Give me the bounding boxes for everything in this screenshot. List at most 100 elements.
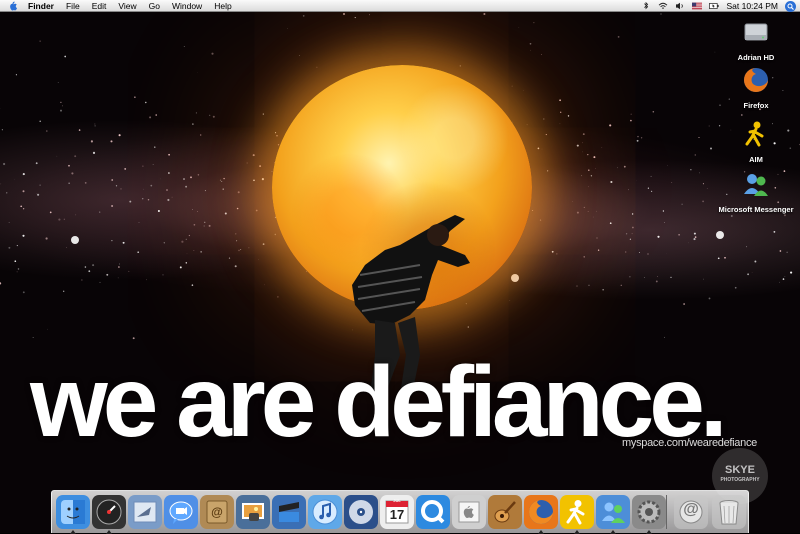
- star: [547, 170, 548, 171]
- star: [695, 236, 697, 238]
- dock-itunes-icon[interactable]: [308, 495, 342, 529]
- running-indicator: [646, 530, 652, 534]
- dock-iphoto-icon[interactable]: [236, 495, 270, 529]
- star: [85, 182, 87, 184]
- apple-icon[interactable]: [8, 1, 18, 11]
- bluetooth-icon[interactable]: [641, 2, 651, 10]
- dock-imovie-icon[interactable]: [272, 495, 306, 529]
- wifi-icon[interactable]: [658, 2, 668, 10]
- dock-firefox-icon[interactable]: [524, 495, 558, 529]
- dock-separator: [666, 495, 667, 529]
- dock-ichat-icon[interactable]: [164, 495, 198, 529]
- star: [60, 102, 61, 103]
- flag-icon[interactable]: [692, 2, 702, 10]
- menu-clock[interactable]: Sat 10:24 PM: [726, 1, 778, 11]
- star: [158, 210, 160, 212]
- menu-window[interactable]: Window: [172, 0, 202, 12]
- star: [369, 14, 370, 15]
- star: [237, 208, 239, 210]
- star: [741, 114, 743, 116]
- desktop-icon-aim[interactable]: AIM: [716, 120, 796, 164]
- star: [0, 282, 1, 284]
- star: [527, 124, 528, 125]
- volume-icon[interactable]: [675, 2, 685, 10]
- menu-edit[interactable]: Edit: [92, 0, 107, 12]
- menu-help[interactable]: Help: [214, 0, 231, 12]
- spotlight-icon[interactable]: [785, 1, 796, 12]
- menu-file[interactable]: File: [66, 0, 80, 12]
- menu-view[interactable]: View: [118, 0, 136, 12]
- star: [221, 181, 222, 182]
- menu-finder[interactable]: Finder: [28, 0, 54, 12]
- star: [247, 163, 248, 164]
- dock-garageband-icon[interactable]: [488, 495, 522, 529]
- star: [209, 225, 211, 227]
- star: [167, 199, 169, 201]
- star: [149, 116, 151, 118]
- star: [200, 134, 201, 135]
- star: [205, 190, 206, 191]
- star: [263, 114, 264, 115]
- star: [681, 204, 682, 205]
- star: [632, 233, 633, 234]
- star: [577, 145, 579, 147]
- dock-finder-icon[interactable]: [56, 495, 90, 529]
- dock-mail-icon[interactable]: [128, 495, 162, 529]
- dock-aim-icon[interactable]: [560, 495, 594, 529]
- star: [209, 115, 210, 116]
- dock-address-book-icon[interactable]: @: [200, 495, 234, 529]
- star: [626, 233, 627, 234]
- desktop-wallpaper: we are defiance. myspace.com/wearedefian…: [0, 0, 800, 533]
- battery-icon[interactable]: [709, 2, 719, 10]
- star: [754, 261, 756, 263]
- dock-messenger-icon[interactable]: [596, 495, 630, 529]
- star: [596, 211, 597, 212]
- star: [632, 227, 634, 229]
- desktop-icon-firefox[interactable]: Firefox: [716, 66, 796, 110]
- watermark-text: SKYE: [725, 464, 755, 476]
- dock-trash-icon[interactable]: [712, 495, 746, 529]
- running-indicator: [574, 530, 580, 534]
- star: [648, 188, 649, 189]
- star: [587, 154, 588, 155]
- dock-dvd-player-icon[interactable]: [344, 495, 378, 529]
- dock-system-preferences-icon[interactable]: [632, 495, 666, 529]
- dock-quicktime-icon[interactable]: [416, 495, 450, 529]
- star: [6, 192, 7, 193]
- star: [238, 191, 240, 193]
- dock-ical-icon[interactable]: JUL 17: [380, 495, 414, 529]
- star: [784, 214, 786, 216]
- dock-dashboard-icon[interactable]: [92, 495, 126, 529]
- desktop-icon-messenger[interactable]: Microsoft Messenger: [716, 170, 796, 214]
- star: [240, 249, 241, 250]
- star: [541, 54, 542, 55]
- star: [155, 114, 157, 116]
- star: [71, 172, 73, 174]
- star: [190, 176, 192, 178]
- star: [166, 189, 168, 191]
- aim-icon: [742, 120, 770, 148]
- star: [129, 201, 131, 203]
- star: [93, 152, 95, 154]
- bright-star: [511, 274, 519, 282]
- star: [213, 116, 215, 118]
- star: [106, 274, 107, 275]
- desktop-icon-hard-drive[interactable]: Adrian HD: [716, 18, 796, 62]
- star: [99, 212, 100, 213]
- dock-preview-icon[interactable]: [452, 495, 486, 529]
- star: [146, 280, 147, 281]
- star: [644, 277, 645, 278]
- star: [201, 251, 202, 252]
- dock-at-sign-icon[interactable]: @: [674, 495, 708, 529]
- star: [656, 280, 658, 282]
- star: [664, 337, 665, 338]
- star: [95, 124, 96, 125]
- star: [91, 140, 93, 142]
- star: [584, 207, 585, 208]
- star: [33, 337, 34, 338]
- star: [17, 245, 18, 246]
- star: [735, 287, 737, 289]
- star: [556, 253, 557, 254]
- star: [790, 272, 792, 274]
- menu-go[interactable]: Go: [149, 0, 160, 12]
